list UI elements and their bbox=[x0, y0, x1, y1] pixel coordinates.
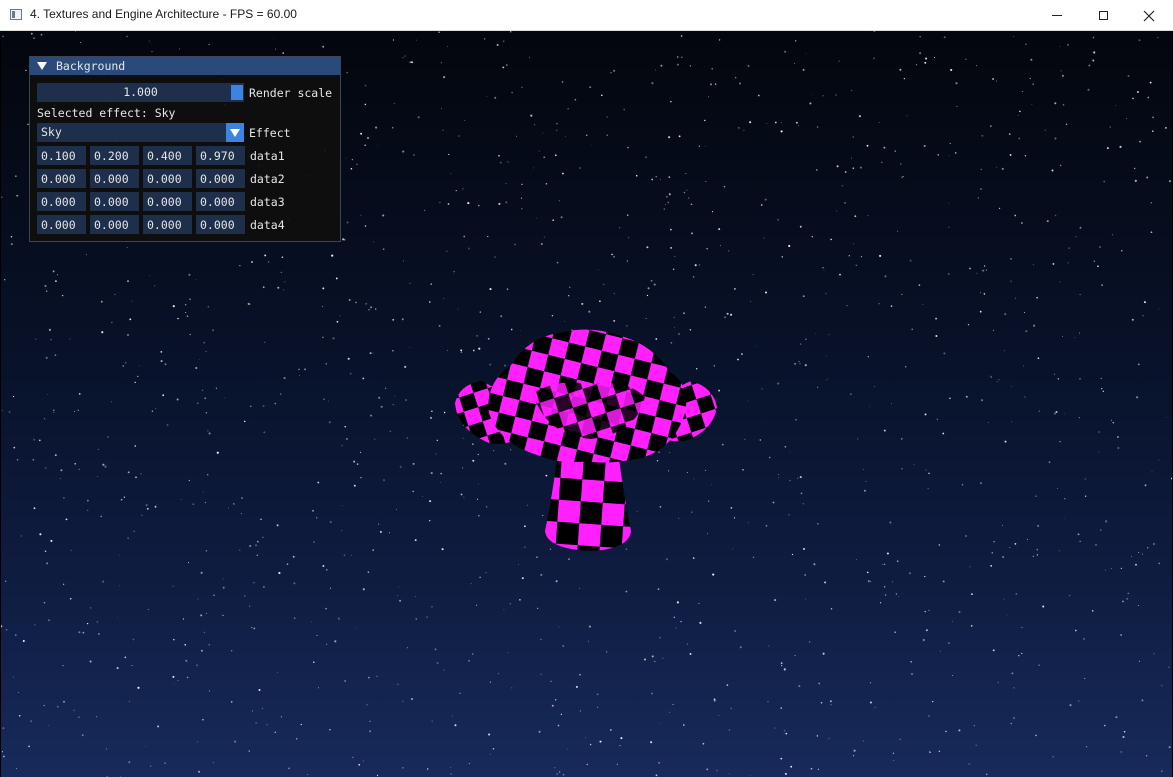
background-settings-panel: Background 1.000 Render scale Selected e… bbox=[29, 56, 341, 242]
effect-combo[interactable]: Sky bbox=[37, 123, 244, 142]
close-icon bbox=[1143, 10, 1155, 21]
effect-label: Effect bbox=[249, 125, 291, 140]
render-scale-label: Render scale bbox=[249, 85, 333, 100]
data3-x-field[interactable]: 0.000 bbox=[37, 192, 86, 211]
close-button[interactable] bbox=[1126, 0, 1172, 31]
minimize-button[interactable] bbox=[1034, 0, 1080, 31]
data3-w-field[interactable]: 0.000 bbox=[196, 192, 245, 211]
render-scale-slider[interactable]: 1.000 bbox=[37, 83, 244, 102]
slider-grab-handle[interactable] bbox=[231, 85, 243, 100]
selected-effect-text: Selected effect: Sky bbox=[37, 105, 176, 120]
data1-y-field[interactable]: 0.200 bbox=[90, 146, 139, 165]
data2-label: data2 bbox=[250, 171, 285, 186]
data2-x-field[interactable]: 0.000 bbox=[37, 169, 86, 188]
selected-effect-row: Selected effect: Sky bbox=[37, 103, 175, 122]
data1-w-field[interactable]: 0.970 bbox=[196, 146, 245, 165]
data3-label: data3 bbox=[250, 194, 285, 209]
data4-w-field[interactable]: 0.000 bbox=[196, 215, 245, 234]
data4-x-field[interactable]: 0.000 bbox=[37, 215, 86, 234]
chevron-down-icon bbox=[230, 128, 240, 137]
maximize-icon bbox=[1098, 11, 1108, 20]
effect-row: Sky Effect bbox=[37, 123, 291, 142]
app-icon bbox=[10, 9, 22, 20]
effect-combo-value: Sky bbox=[41, 125, 62, 139]
maximize-button[interactable] bbox=[1080, 0, 1126, 31]
data1-x-field[interactable]: 0.100 bbox=[37, 146, 86, 165]
render-scale-value: 1.000 bbox=[123, 85, 158, 99]
render-scale-row: 1.000 Render scale bbox=[37, 83, 332, 102]
panel-title: Background bbox=[56, 59, 126, 73]
data2-w-field[interactable]: 0.000 bbox=[196, 169, 245, 188]
minimize-icon bbox=[1052, 15, 1062, 16]
window-title: 4. Textures and Engine Architecture - FP… bbox=[30, 7, 297, 21]
data1-label: data1 bbox=[250, 148, 285, 163]
data1-row: 0.100 0.200 0.400 0.970 data1 bbox=[37, 146, 285, 165]
collapse-arrow-icon[interactable] bbox=[37, 62, 47, 70]
data2-z-field[interactable]: 0.000 bbox=[143, 169, 192, 188]
checkered-mushroom-model bbox=[455, 329, 717, 551]
panel-header[interactable]: Background bbox=[30, 57, 340, 75]
data3-z-field[interactable]: 0.000 bbox=[143, 192, 192, 211]
data4-y-field[interactable]: 0.000 bbox=[90, 215, 139, 234]
data1-z-field[interactable]: 0.400 bbox=[143, 146, 192, 165]
data2-y-field[interactable]: 0.000 bbox=[90, 169, 139, 188]
data3-row: 0.000 0.000 0.000 0.000 data3 bbox=[37, 192, 285, 211]
data2-row: 0.000 0.000 0.000 0.000 data2 bbox=[37, 169, 285, 188]
data4-z-field[interactable]: 0.000 bbox=[143, 215, 192, 234]
data3-y-field[interactable]: 0.000 bbox=[90, 192, 139, 211]
data4-row: 0.000 0.000 0.000 0.000 data4 bbox=[37, 215, 285, 234]
data4-label: data4 bbox=[250, 217, 285, 232]
effect-combo-button[interactable] bbox=[226, 123, 244, 142]
title-bar: 4. Textures and Engine Architecture - FP… bbox=[0, 0, 1173, 31]
